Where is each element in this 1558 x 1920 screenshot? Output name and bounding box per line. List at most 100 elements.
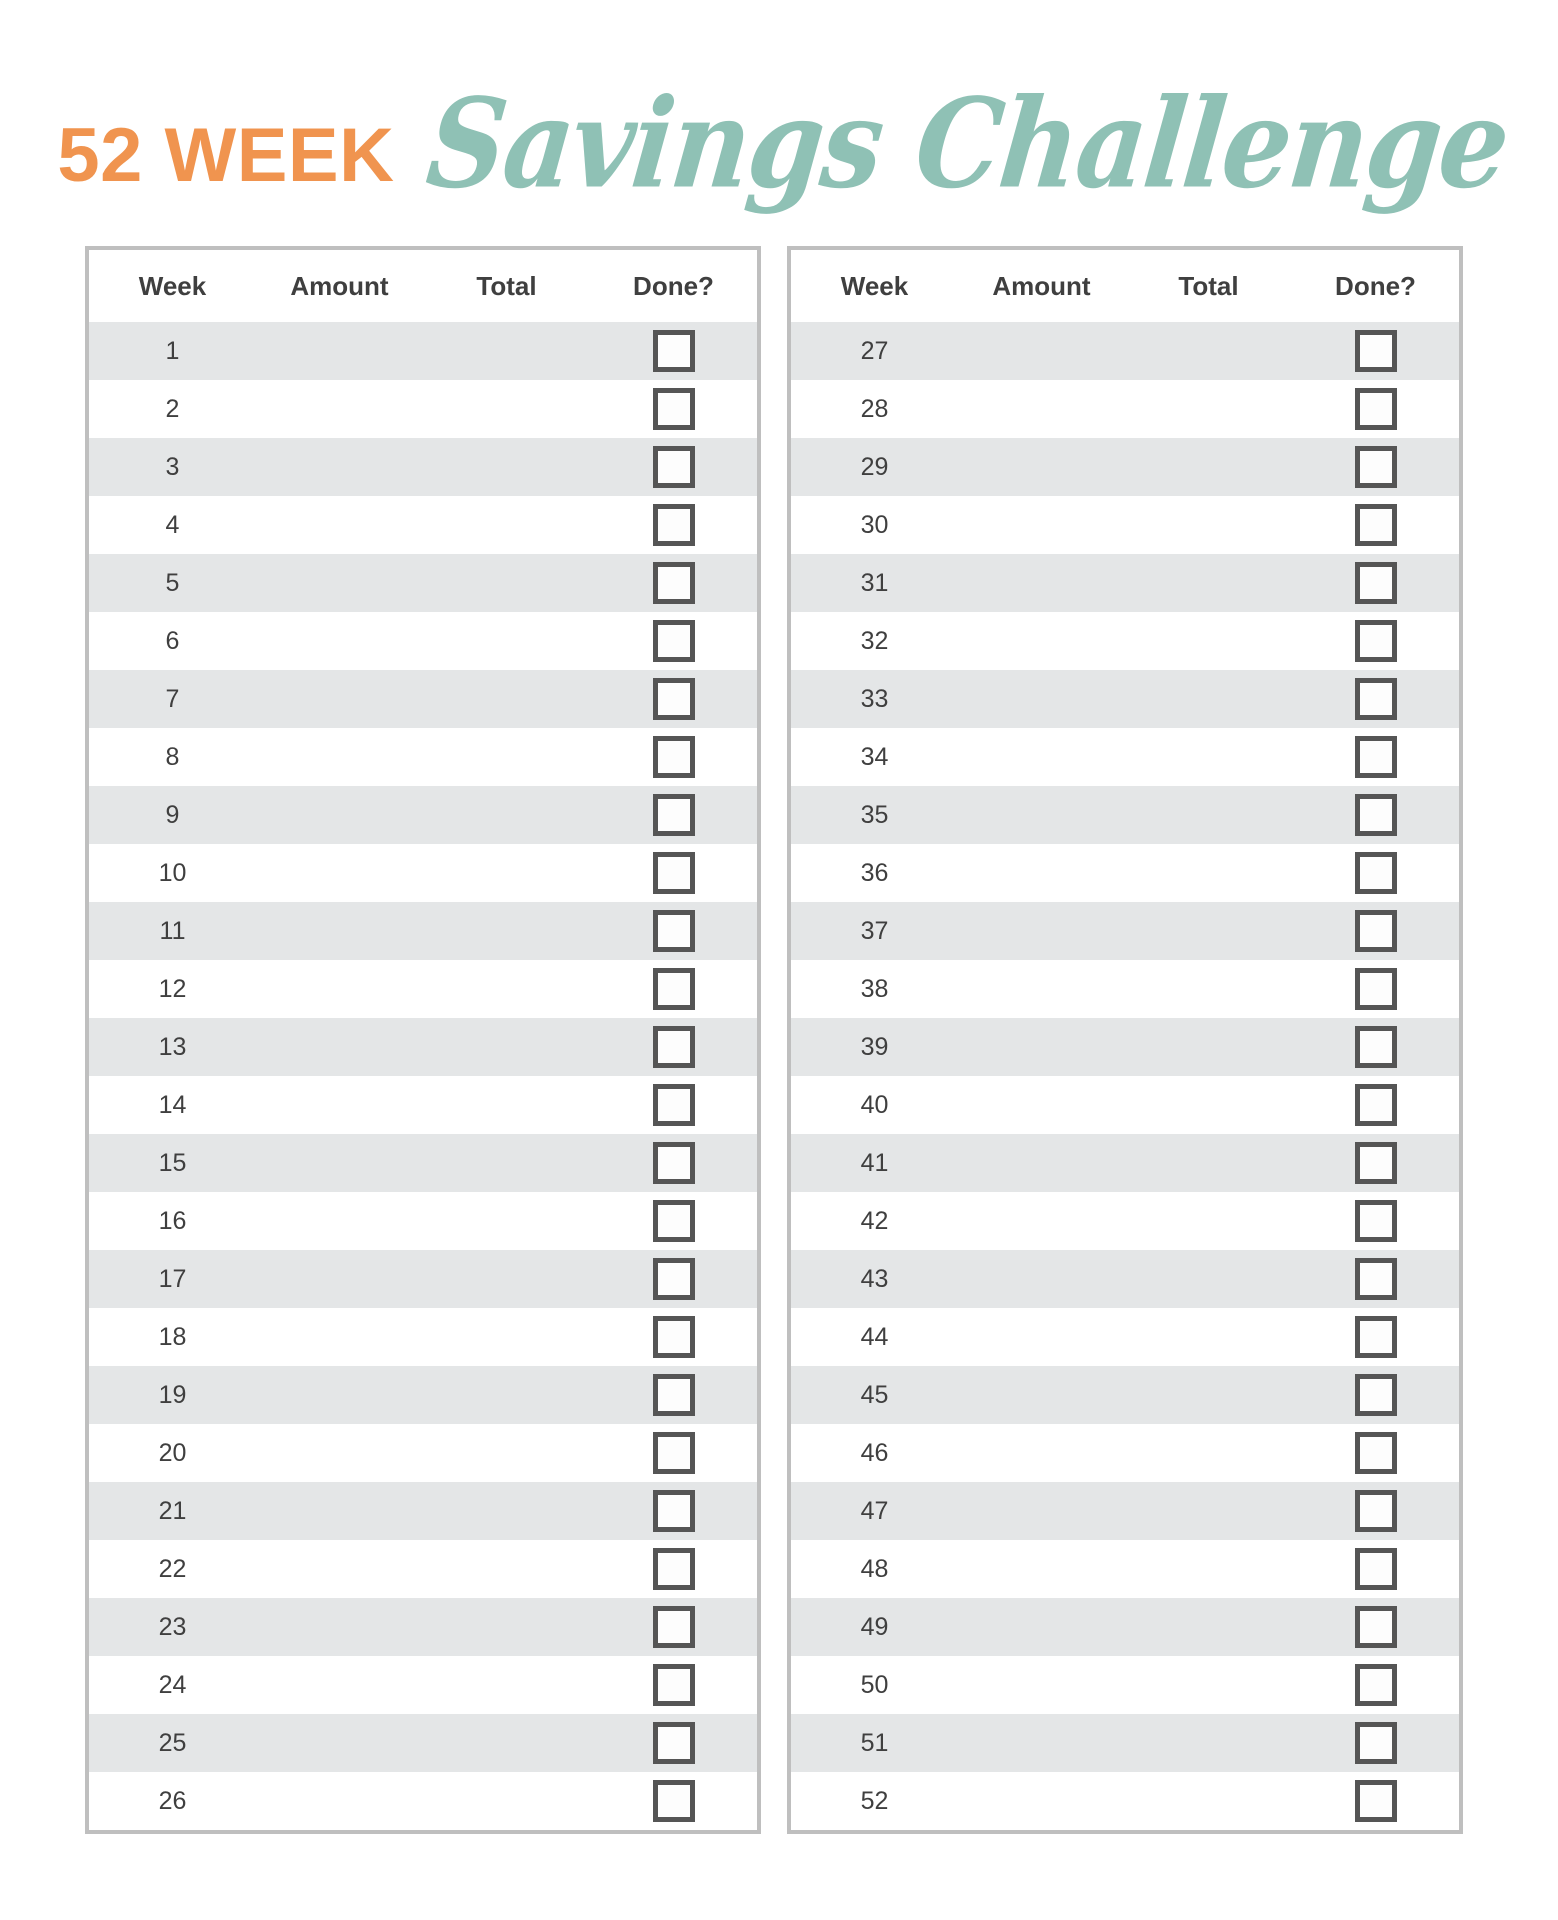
done-checkbox[interactable] — [1354, 446, 1397, 488]
done-checkbox[interactable] — [652, 1084, 695, 1126]
done-checkbox[interactable] — [1354, 1026, 1397, 1068]
table-row: 26 — [89, 1772, 757, 1830]
done-checkbox[interactable] — [652, 1316, 695, 1358]
done-cell — [590, 388, 757, 430]
done-checkbox[interactable] — [652, 388, 695, 430]
done-checkbox[interactable] — [1354, 910, 1397, 952]
done-checkbox[interactable] — [1354, 1200, 1397, 1242]
table-row: 34 — [791, 728, 1459, 786]
done-cell — [590, 968, 757, 1010]
done-cell — [1292, 1374, 1459, 1416]
done-checkbox[interactable] — [652, 1432, 695, 1474]
done-checkbox[interactable] — [1354, 388, 1397, 430]
done-checkbox[interactable] — [1354, 1432, 1397, 1474]
done-checkbox[interactable] — [1354, 1316, 1397, 1358]
done-checkbox[interactable] — [1354, 1490, 1397, 1532]
table-row: 48 — [791, 1540, 1459, 1598]
done-checkbox[interactable] — [1354, 504, 1397, 546]
done-checkbox[interactable] — [1354, 330, 1397, 372]
done-checkbox[interactable] — [652, 1026, 695, 1068]
week-number: 16 — [158, 1206, 187, 1235]
done-checkbox[interactable] — [652, 794, 695, 836]
done-checkbox[interactable] — [652, 1722, 695, 1764]
done-checkbox[interactable] — [652, 504, 695, 546]
done-checkbox[interactable] — [1354, 736, 1397, 778]
week-number: 23 — [158, 1612, 187, 1641]
column-header-done: Done? — [1335, 270, 1416, 301]
done-checkbox[interactable] — [1354, 794, 1397, 836]
done-cell — [590, 562, 757, 604]
done-checkbox[interactable] — [652, 678, 695, 720]
done-checkbox[interactable] — [1354, 562, 1397, 604]
done-checkbox[interactable] — [1354, 1722, 1397, 1764]
done-checkbox[interactable] — [1354, 678, 1397, 720]
column-header-amount: Amount — [290, 270, 389, 301]
column-header-total: Total — [476, 270, 537, 301]
table-row: 24 — [89, 1656, 757, 1714]
done-checkbox[interactable] — [652, 1548, 695, 1590]
done-checkbox[interactable] — [652, 736, 695, 778]
done-cell — [1292, 1664, 1459, 1706]
week-number: 25 — [158, 1728, 187, 1757]
table-row: 18 — [89, 1308, 757, 1366]
done-checkbox[interactable] — [1354, 1084, 1397, 1126]
done-checkbox[interactable] — [652, 620, 695, 662]
done-checkbox[interactable] — [1354, 968, 1397, 1010]
done-checkbox[interactable] — [652, 1374, 695, 1416]
week-number: 27 — [860, 336, 889, 365]
table-row: 33 — [791, 670, 1459, 728]
done-checkbox[interactable] — [1354, 1142, 1397, 1184]
done-cell — [590, 1316, 757, 1358]
week-number: 18 — [158, 1322, 187, 1351]
done-checkbox[interactable] — [1354, 1548, 1397, 1590]
week-number: 31 — [860, 568, 889, 597]
tracker-table-left: Week Amount Total Done? 1 2 3 4 5 6 7 8 9 10 11 12 13 14 1… — [85, 246, 761, 1834]
done-cell — [590, 736, 757, 778]
week-number: 12 — [158, 974, 187, 1003]
done-checkbox[interactable] — [652, 330, 695, 372]
done-cell — [1292, 1316, 1459, 1358]
done-checkbox[interactable] — [652, 910, 695, 952]
done-checkbox[interactable] — [652, 852, 695, 894]
week-number: 14 — [158, 1090, 187, 1119]
done-checkbox[interactable] — [1354, 852, 1397, 894]
done-checkbox[interactable] — [1354, 1664, 1397, 1706]
done-checkbox[interactable] — [1354, 1606, 1397, 1648]
done-cell — [1292, 1142, 1459, 1184]
done-checkbox[interactable] — [652, 1780, 695, 1822]
table-row: 10 — [89, 844, 757, 902]
done-checkbox[interactable] — [1354, 1258, 1397, 1300]
table-row: 44 — [791, 1308, 1459, 1366]
week-number: 42 — [860, 1206, 889, 1235]
done-checkbox[interactable] — [652, 1490, 695, 1532]
done-cell — [1292, 736, 1459, 778]
table-row: 1 — [89, 322, 757, 380]
done-checkbox[interactable] — [652, 1606, 695, 1648]
done-checkbox[interactable] — [652, 968, 695, 1010]
done-cell — [1292, 1258, 1459, 1300]
done-cell — [590, 1026, 757, 1068]
table-row: 21 — [89, 1482, 757, 1540]
done-cell — [590, 446, 757, 488]
done-checkbox[interactable] — [652, 1200, 695, 1242]
done-cell — [1292, 562, 1459, 604]
done-cell — [590, 620, 757, 662]
week-number: 3 — [165, 452, 180, 481]
done-cell — [590, 1606, 757, 1648]
table-row: 47 — [791, 1482, 1459, 1540]
column-header-total: Total — [1178, 270, 1239, 301]
table-row: 9 — [89, 786, 757, 844]
page-title: 52 WEEK Savings Challenge — [0, 52, 1558, 217]
done-cell — [590, 1722, 757, 1764]
done-checkbox[interactable] — [652, 446, 695, 488]
done-checkbox[interactable] — [652, 1258, 695, 1300]
done-checkbox[interactable] — [1354, 1374, 1397, 1416]
table-row: 25 — [89, 1714, 757, 1772]
done-cell — [590, 910, 757, 952]
done-checkbox[interactable] — [652, 1142, 695, 1184]
column-header-week: Week — [840, 270, 909, 301]
done-checkbox[interactable] — [652, 1664, 695, 1706]
done-checkbox[interactable] — [652, 562, 695, 604]
done-checkbox[interactable] — [1354, 620, 1397, 662]
done-checkbox[interactable] — [1354, 1780, 1397, 1822]
